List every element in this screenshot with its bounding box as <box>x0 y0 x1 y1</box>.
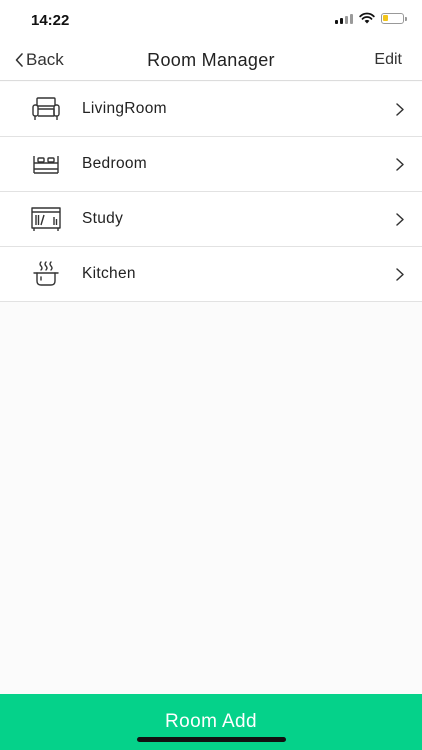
cellular-signal-icon <box>335 13 353 24</box>
room-item-kitchen[interactable]: Kitchen <box>0 247 422 302</box>
room-label: LivingRoom <box>82 100 167 117</box>
room-item-bedroom[interactable]: Bedroom <box>0 137 422 192</box>
sofa-icon <box>32 97 60 120</box>
cooking-pot-icon <box>33 261 59 286</box>
edit-button[interactable]: Edit <box>374 51 402 69</box>
chevron-right-icon <box>396 103 404 116</box>
status-icons <box>335 12 407 24</box>
chevron-right-icon <box>396 268 404 281</box>
room-manager-screen: 14:22 Back Room Manager Edit LivingRoom … <box>0 0 422 750</box>
room-list: LivingRoom Bedroom Study Kitchen <box>0 82 422 302</box>
battery-level <box>383 14 388 21</box>
status-bar: 14:22 <box>0 0 422 40</box>
chevron-right-icon <box>396 158 404 171</box>
page-title: Room Manager <box>147 50 275 70</box>
battery-icon <box>381 12 407 24</box>
wifi-icon <box>359 12 375 24</box>
chevron-right-icon <box>396 213 404 226</box>
room-label: Study <box>82 210 124 227</box>
navigation-bar: Back Room Manager Edit <box>0 40 422 81</box>
room-label: Kitchen <box>82 265 136 282</box>
home-indicator <box>137 737 286 742</box>
status-time: 14:22 <box>31 12 70 29</box>
room-item-livingroom[interactable]: LivingRoom <box>0 82 422 137</box>
bookshelf-icon <box>31 207 61 231</box>
room-item-study[interactable]: Study <box>0 192 422 247</box>
bed-icon <box>33 156 59 174</box>
room-label: Bedroom <box>82 155 147 172</box>
